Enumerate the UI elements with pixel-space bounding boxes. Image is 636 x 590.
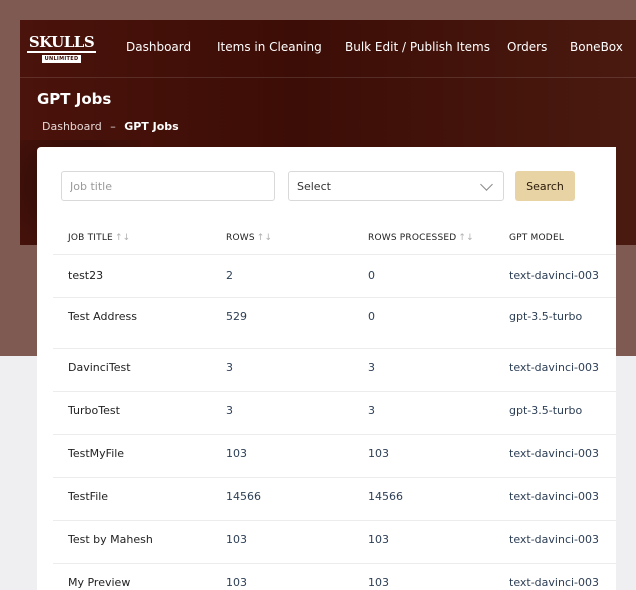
table-row[interactable]: Test by Mahesh 103 103 text-davinci-003: [53, 520, 616, 563]
top-navbar: SKULLS UNLIMITED Dashboard Items in Clea…: [20, 20, 636, 78]
cell-gpt-model: text-davinci-003: [509, 361, 600, 374]
cell-job-title: test23: [68, 269, 104, 282]
nav-bonebox[interactable]: BoneBox: [570, 40, 623, 54]
breadcrumb-home[interactable]: Dashboard: [42, 120, 102, 133]
cell-rows: 103: [226, 447, 247, 460]
select-value: Select: [297, 179, 331, 193]
cell-rows: 14566: [226, 490, 261, 503]
cell-rows-processed: 103: [368, 576, 389, 589]
cell-job-title: TestMyFile: [68, 447, 125, 460]
header-job-title-label: JOB TITLE: [68, 233, 113, 243]
cell-gpt-model: gpt-3.5-turbo: [509, 310, 583, 323]
cell-job-title: TestFile: [68, 490, 109, 503]
breadcrumb: Dashboard – GPT Jobs: [42, 120, 179, 133]
table-row[interactable]: TestFile 14566 14566 text-davinci-003: [53, 477, 616, 520]
cell-rows-processed: 0: [368, 310, 375, 323]
cell-rows: 529: [226, 310, 247, 323]
cell-rows-processed: 3: [368, 404, 375, 417]
sort-icon: ↑↓: [256, 233, 273, 243]
cell-job-title: DavinciTest: [68, 361, 131, 374]
model-select[interactable]: Select: [288, 171, 504, 201]
header-gpt-model: GPT MODEL: [509, 233, 564, 243]
cell-job-title: Test Address: [68, 310, 137, 323]
cell-rows: 103: [226, 576, 247, 589]
table-row[interactable]: TurboTest 3 3 gpt-3.5-turbo: [53, 391, 616, 434]
header-gpt-model-label: GPT MODEL: [509, 233, 565, 243]
cell-gpt-model: gpt-3.5-turbo: [509, 404, 583, 417]
jobs-card: Select Search JOB TITLE↑↓ ROWS↑↓ ROWS PR…: [37, 147, 616, 590]
cell-gpt-model: text-davinci-003: [509, 533, 600, 546]
logo-wordmark: SKULLS: [26, 33, 97, 53]
header-job-title[interactable]: JOB TITLE ↑↓: [68, 233, 130, 243]
nav-items-in-cleaning[interactable]: Items in Cleaning: [217, 40, 322, 54]
nav-dashboard[interactable]: Dashboard: [126, 40, 191, 54]
cell-rows-processed: 0: [368, 269, 375, 282]
cell-rows-processed: 3: [368, 361, 375, 374]
logo-subtitle: UNLIMITED: [41, 55, 82, 63]
brand-logo[interactable]: SKULLS UNLIMITED: [26, 30, 97, 68]
chevron-down-icon: [480, 178, 493, 191]
header-rows-processed[interactable]: ROWS PROCESSED ↑↓: [368, 233, 474, 243]
table-row[interactable]: test23 2 0 text-davinci-003: [53, 254, 616, 297]
cell-rows-processed: 14566: [368, 490, 403, 503]
cell-job-title: Test by Mahesh: [68, 533, 153, 546]
table-row[interactable]: My Preview 103 103 text-davinci-003: [53, 563, 616, 590]
cell-rows: 2: [226, 269, 233, 282]
sort-icon: ↑↓: [114, 233, 131, 243]
sort-icon: ↑↓: [458, 233, 474, 243]
cell-rows: 103: [226, 533, 247, 546]
breadcrumb-current: GPT Jobs: [124, 120, 179, 133]
header-rows-processed-label: ROWS PROCESSED: [368, 233, 457, 243]
nav-bulk-edit-publish[interactable]: Bulk Edit / Publish Items: [345, 40, 490, 54]
cell-rows: 3: [226, 404, 233, 417]
nav-orders[interactable]: Orders: [507, 40, 547, 54]
cell-job-title: My Preview: [68, 576, 131, 589]
cell-gpt-model: text-davinci-003: [509, 576, 600, 589]
cell-gpt-model: text-davinci-003: [509, 490, 600, 503]
cell-rows-processed: 103: [368, 533, 389, 546]
page-title: GPT Jobs: [37, 90, 112, 108]
search-button[interactable]: Search: [515, 171, 575, 201]
breadcrumb-separator: –: [110, 120, 116, 133]
job-title-input[interactable]: [61, 171, 275, 201]
table-row[interactable]: TestMyFile 103 103 text-davinci-003: [53, 434, 616, 477]
header-rows[interactable]: ROWS ↑↓: [226, 233, 272, 243]
cell-gpt-model: text-davinci-003: [509, 447, 600, 460]
table-row[interactable]: DavinciTest 3 3 text-davinci-003: [53, 348, 616, 391]
cell-rows: 3: [226, 361, 233, 374]
header-rows-label: ROWS: [226, 233, 255, 243]
cell-gpt-model: text-davinci-003: [509, 269, 600, 282]
table-row[interactable]: Test Address 529 0 gpt-3.5-turbo: [53, 297, 616, 348]
cell-rows-processed: 103: [368, 447, 389, 460]
cell-job-title: TurboTest: [68, 404, 120, 417]
